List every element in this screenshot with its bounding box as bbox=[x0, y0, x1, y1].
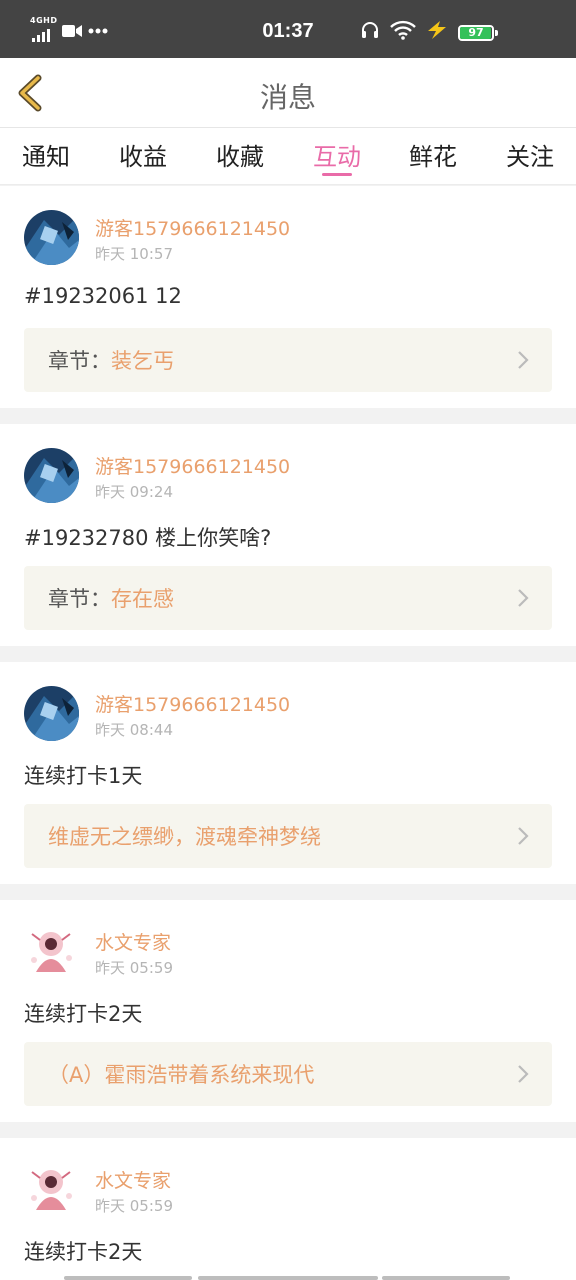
chapter-link[interactable]: 章节：装乞丐 bbox=[24, 328, 552, 392]
avatar[interactable] bbox=[24, 1160, 79, 1215]
avatar[interactable] bbox=[24, 686, 79, 741]
battery-level-text: 97 bbox=[468, 26, 484, 39]
username[interactable]: 游客1579666121450 bbox=[95, 452, 290, 479]
avatar[interactable] bbox=[24, 210, 79, 265]
username[interactable]: 游客1579666121450 bbox=[95, 214, 290, 241]
chevron-right-icon bbox=[518, 589, 529, 607]
chapter-title: 装乞丐 bbox=[111, 349, 174, 373]
avatar[interactable] bbox=[24, 922, 79, 977]
message-time: 昨天 05:59 bbox=[95, 959, 173, 977]
chevron-right-icon bbox=[518, 351, 529, 369]
work-title: （A）霍雨浩带着系统来现代 bbox=[48, 1063, 315, 1087]
tab-interactions[interactable]: 互动 bbox=[302, 137, 372, 172]
bottom-scroll-indicator bbox=[0, 1276, 576, 1280]
app-header: 消息 bbox=[0, 58, 576, 128]
message-card[interactable]: 水文专家 昨天 05:59 连续打卡2天 bbox=[0, 1138, 576, 1280]
message-time: 昨天 05:59 bbox=[95, 1197, 173, 1215]
tab-flowers[interactable]: 鲜花 bbox=[398, 137, 468, 172]
status-bar: 4GHD 01:37 97 bbox=[0, 0, 576, 58]
tab-favorites[interactable]: 收藏 bbox=[205, 137, 275, 172]
headphones-icon bbox=[362, 22, 378, 38]
active-tab-indicator bbox=[322, 173, 352, 176]
wifi-icon bbox=[390, 20, 416, 40]
power-saving-bolt-icon bbox=[428, 21, 446, 39]
chevron-right-icon bbox=[518, 827, 529, 845]
avatar[interactable] bbox=[24, 448, 79, 503]
message-card[interactable]: 水文专家 昨天 05:59 连续打卡2天 （A）霍雨浩带着系统来现代 bbox=[0, 900, 576, 1122]
message-time: 昨天 08:44 bbox=[95, 721, 173, 739]
message-content: #19232780 楼上你笑啥? bbox=[24, 526, 272, 550]
page-title: 消息 bbox=[259, 81, 316, 114]
username[interactable]: 水文专家 bbox=[95, 1166, 171, 1193]
work-link[interactable]: 维虚无之缥缈，渡魂牵神梦绕 bbox=[24, 804, 552, 868]
message-content: 连续打卡2天 bbox=[24, 1002, 143, 1026]
chapter-prefix: 章节： bbox=[48, 587, 111, 611]
chapter-title: 存在感 bbox=[111, 587, 174, 611]
message-card[interactable]: 游客1579666121450 昨天 10:57 #19232061 12 章节… bbox=[0, 186, 576, 408]
message-time: 昨天 09:24 bbox=[95, 483, 173, 501]
message-content: 连续打卡1天 bbox=[24, 764, 143, 788]
message-time: 昨天 10:57 bbox=[95, 245, 173, 263]
tab-notifications[interactable]: 通知 bbox=[11, 137, 81, 172]
username[interactable]: 水文专家 bbox=[95, 928, 171, 955]
message-content: 连续打卡2天 bbox=[24, 1240, 143, 1264]
battery-icon: 97 bbox=[458, 25, 498, 41]
message-card[interactable]: 游客1579666121450 昨天 09:24 #19232780 楼上你笑啥… bbox=[0, 424, 576, 646]
chapter-prefix: 章节： bbox=[48, 349, 111, 373]
username[interactable]: 游客1579666121450 bbox=[95, 690, 290, 717]
status-right-icons bbox=[360, 20, 448, 40]
tab-bar: 通知 收益 收藏 互动 鲜花 关注 bbox=[0, 128, 576, 185]
work-link[interactable]: （A）霍雨浩带着系统来现代 bbox=[24, 1042, 552, 1106]
chapter-link[interactable]: 章节：存在感 bbox=[24, 566, 552, 630]
tab-earnings[interactable]: 收益 bbox=[108, 137, 178, 172]
message-card[interactable]: 游客1579666121450 昨天 08:44 连续打卡1天 维虚无之缥缈，渡… bbox=[0, 662, 576, 884]
message-content: #19232061 12 bbox=[24, 284, 182, 308]
tab-following[interactable]: 关注 bbox=[495, 137, 565, 172]
work-title: 维虚无之缥缈，渡魂牵神梦绕 bbox=[48, 825, 321, 849]
chevron-right-icon bbox=[518, 1065, 529, 1083]
